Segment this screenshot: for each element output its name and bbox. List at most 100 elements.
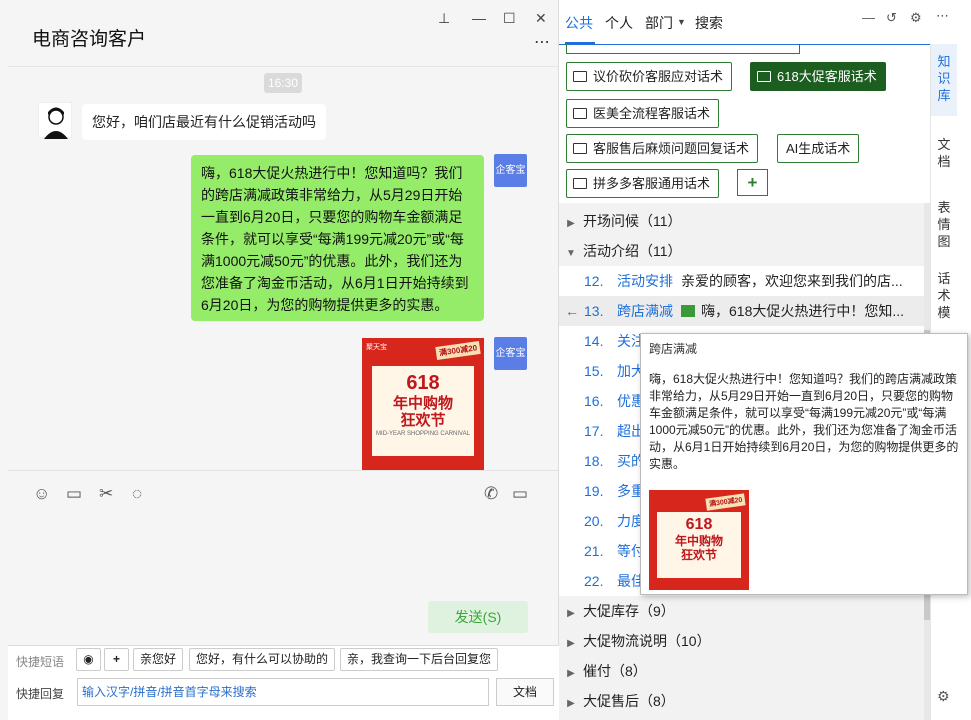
category-label: 开场问候（11） bbox=[583, 213, 682, 229]
maximize-icon[interactable]: ☐ bbox=[503, 10, 516, 27]
customer-avatar[interactable] bbox=[38, 102, 72, 139]
add-phrase-button[interactable]: + bbox=[104, 648, 129, 671]
more-icon[interactable]: ⋯ bbox=[534, 32, 550, 52]
folder-icon bbox=[573, 108, 587, 119]
poster-618: 618 bbox=[406, 372, 440, 394]
emoji-icon[interactable]: ☺ bbox=[33, 484, 50, 504]
side-tab-stickers[interactable]: 表情图 bbox=[936, 199, 952, 250]
item-number: 16. bbox=[584, 393, 604, 409]
more-icon[interactable]: ⋯ bbox=[936, 8, 949, 24]
agent-message: 嗨，618大促火热进行中！您知道吗？我们的跨店满减政策非常给力，从5月29日开始… bbox=[191, 155, 484, 321]
item-number: 15. bbox=[584, 363, 604, 379]
folder-icon bbox=[573, 71, 587, 82]
divider bbox=[8, 470, 558, 471]
chat-bubble-icon[interactable]: ◌ bbox=[132, 484, 142, 504]
quick-phrases-label: 快捷短语 bbox=[16, 655, 65, 669]
folder-icon[interactable]: ▭ bbox=[66, 484, 82, 504]
item-number: 20. bbox=[584, 513, 604, 529]
customer-message: 您好，咱们店最近有什么促销活动吗 bbox=[82, 104, 326, 140]
folder-label: 医美全流程客服话术 bbox=[593, 106, 711, 121]
arrow-left-icon[interactable]: ← bbox=[565, 296, 579, 326]
tooltip-title: 跨店满减 bbox=[649, 342, 698, 356]
tree-category[interactable]: ▶ 大促物流说明（10） bbox=[559, 626, 924, 656]
item-number: 12. bbox=[584, 273, 604, 289]
category-label: 活动介绍（11） bbox=[583, 243, 682, 259]
folder-chip-active[interactable]: 618大促客服话术 bbox=[750, 62, 886, 91]
ai-script-button[interactable]: AI生成话术 bbox=[777, 134, 860, 163]
tab-public[interactable]: 公共 bbox=[565, 13, 593, 33]
item-number: 18. bbox=[584, 453, 604, 469]
tree-category[interactable]: ▶ 开场问候（11） bbox=[559, 206, 924, 236]
quick-phrase[interactable]: 亲您好 bbox=[133, 648, 184, 671]
chevron-down-icon[interactable]: ▼ bbox=[677, 17, 686, 27]
minimize-icon[interactable]: — bbox=[472, 10, 486, 26]
side-tab-scripts[interactable]: 话术模 bbox=[936, 270, 952, 321]
poster-sub: MID-YEAR SHOPPING CARNIVAL bbox=[376, 431, 470, 437]
quick-search-input[interactable]: 输入汉字/拼音/拼音首字母来搜索 bbox=[77, 678, 489, 706]
tab-department[interactable]: 部门 bbox=[645, 13, 673, 33]
quick-phrase[interactable]: 亲，我查询一下后台回复您 bbox=[340, 648, 499, 671]
poster-618: 618 bbox=[685, 516, 713, 533]
poster-line2: 狂欢节 bbox=[400, 412, 446, 429]
item-preview: 嗨，618大促火热进行中！您知... bbox=[701, 303, 905, 319]
tree-category[interactable]: ▶ 大促售后（8） bbox=[559, 686, 924, 716]
folder-chip[interactable]: 客服售后麻烦问题回复话术 bbox=[566, 134, 759, 163]
send-button[interactable]: 发送(S) bbox=[428, 601, 528, 633]
tree-category[interactable]: ▶ 催付（8） bbox=[559, 656, 924, 686]
folder-label: 议价砍价客服应对话术 bbox=[593, 69, 724, 84]
poster-promo: 满300减20 bbox=[435, 340, 481, 361]
item-number: 22. bbox=[584, 573, 604, 589]
folder-chip[interactable]: 拼多多客服通用话术 bbox=[566, 169, 720, 198]
phone-icon[interactable]: ✆ bbox=[484, 484, 498, 504]
image-icon bbox=[681, 305, 695, 317]
tree-item-selected[interactable]: ← 13. 跨店满减 嗨，618大促火热进行中！您知... bbox=[559, 296, 924, 326]
folder-chip[interactable]: 议价砍价客服应对话术 bbox=[566, 62, 733, 91]
quick-phrase[interactable]: 您好，有什么可以协助的 bbox=[189, 648, 336, 671]
item-number: 17. bbox=[584, 423, 604, 439]
tree-category[interactable]: ▼ 活动介绍（11） bbox=[559, 236, 924, 266]
tree-item[interactable]: 12. 活动安排 亲爱的顾客，欢迎您来到我们的店... bbox=[559, 266, 924, 296]
undo-icon[interactable]: ↺ bbox=[886, 10, 897, 26]
pin-icon[interactable]: ⊥ bbox=[438, 10, 450, 27]
category-label: 大促物流说明（10） bbox=[583, 633, 711, 649]
category-label: 大促库存（9） bbox=[583, 603, 675, 619]
category-label: 催付（8） bbox=[583, 663, 647, 679]
folder-chip[interactable]: 医美全流程客服话术 bbox=[566, 99, 720, 128]
tooltip-poster-image: 满300减20 618 年中购物 狂欢节 bbox=[649, 490, 749, 590]
tree-category[interactable]: ▶ 大促库存（9） bbox=[559, 596, 924, 626]
tab-personal[interactable]: 个人 bbox=[605, 13, 633, 33]
close-icon[interactable]: ✕ bbox=[535, 10, 547, 27]
folder-label: 客服售后麻烦问题回复话术 bbox=[593, 141, 750, 156]
side-tab-knowledge[interactable]: 知识库 bbox=[936, 53, 952, 104]
preview-tooltip: 跨店满减 嗨，618大促火热进行中！您知道吗？我们的跨店满减政策非常给力，从5月… bbox=[640, 333, 968, 595]
side-tab-docs[interactable]: 文档 bbox=[936, 136, 952, 170]
folder-icon bbox=[757, 71, 771, 82]
eye-icon[interactable]: ◉ bbox=[76, 648, 101, 671]
item-number: 19. bbox=[584, 483, 604, 499]
agent-badge: 企客宝 bbox=[494, 154, 527, 187]
poster-line1: 年中购物 bbox=[674, 534, 723, 548]
promo-poster-image[interactable]: 聚天宝 满300减20 618 年中购物 狂欢节 MID-YEAR SHOPPI… bbox=[362, 338, 484, 470]
category-label: 大促售后（8） bbox=[583, 693, 675, 709]
add-folder-button[interactable]: + bbox=[737, 169, 768, 196]
poster-promo: 满300减20 bbox=[704, 493, 746, 511]
video-icon[interactable]: ▭ bbox=[512, 484, 528, 504]
poster-line2: 狂欢节 bbox=[680, 548, 717, 562]
folder-icon bbox=[573, 178, 587, 189]
settings-icon[interactable]: ⚙ bbox=[937, 688, 950, 705]
item-title[interactable]: 活动安排 bbox=[617, 273, 673, 289]
scissors-icon[interactable]: ✂ bbox=[99, 484, 113, 504]
folder-label: 618大促客服话术 bbox=[777, 69, 877, 84]
folder-chip-partial[interactable] bbox=[566, 44, 800, 54]
quick-reply-label: 快捷回复 bbox=[16, 687, 65, 701]
tab-search[interactable]: 搜索 bbox=[695, 13, 723, 33]
gear-icon[interactable]: ⚙ bbox=[910, 10, 922, 26]
minimize-icon[interactable]: — bbox=[862, 10, 875, 25]
tooltip-body: 嗨，618大促火热进行中！您知道吗？我们的跨店满减政策非常给力，从5月29日开始… bbox=[649, 372, 959, 471]
document-button[interactable]: 文档 bbox=[496, 678, 554, 706]
item-title[interactable]: 跨店满减 bbox=[617, 303, 673, 319]
folder-icon bbox=[573, 143, 587, 154]
chat-title: 电商咨询客户 bbox=[32, 29, 147, 50]
divider bbox=[8, 66, 558, 67]
item-number: 21. bbox=[584, 543, 604, 559]
